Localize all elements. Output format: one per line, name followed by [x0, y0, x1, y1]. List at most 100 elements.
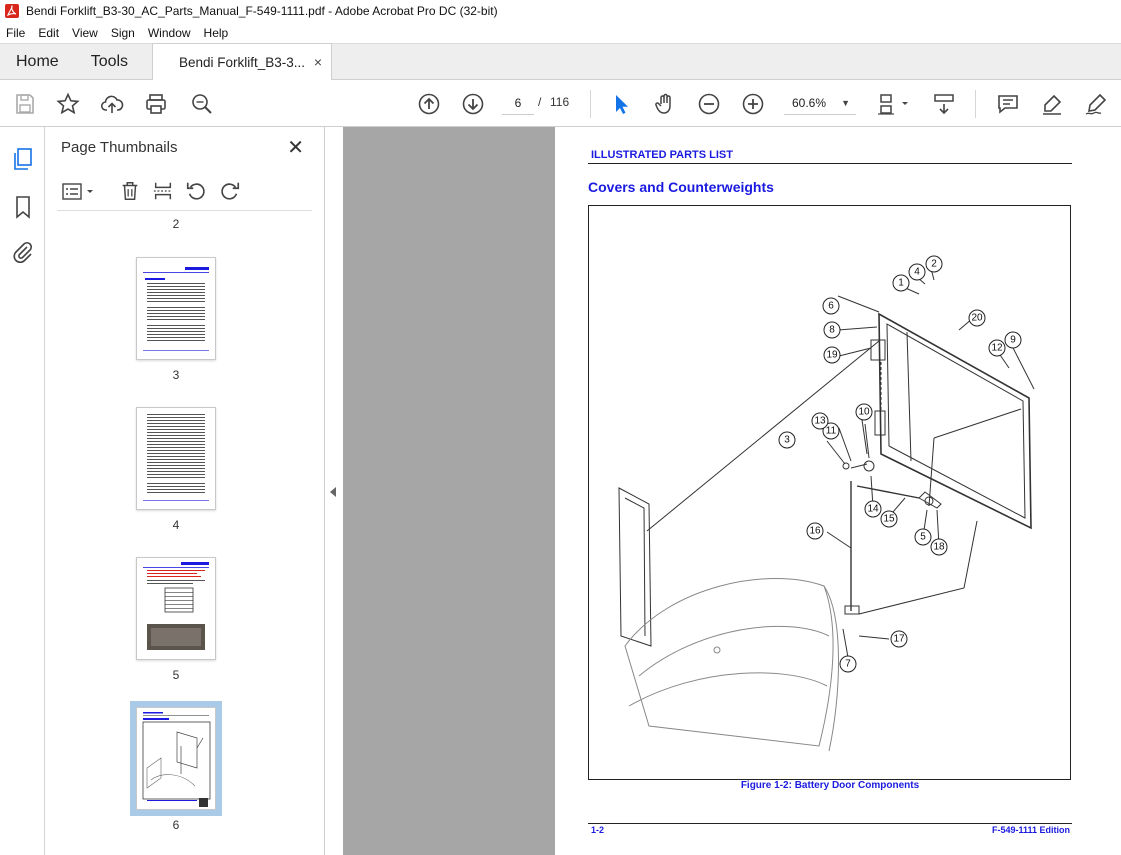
thumbnail-page-3[interactable] [136, 257, 216, 360]
tab-bar: Home Tools Bendi Forklift_B3-3... × [0, 43, 1121, 81]
page-thumbnails-icon[interactable] [11, 147, 35, 171]
callout-10: 10 [855, 403, 873, 421]
callout-17: 17 [890, 630, 908, 648]
callout-19: 19 [823, 346, 841, 364]
callout-16: 16 [806, 522, 824, 540]
callout-label: 12 [991, 343, 1003, 354]
print-icon[interactable] [143, 91, 169, 117]
callout-label: 7 [845, 659, 851, 670]
toolbar: 6 / 116 60.6% ▼ [0, 80, 1121, 127]
cloud-upload-icon[interactable] [99, 91, 125, 117]
page-header: ILLUSTRATED PARTS LIST [591, 149, 733, 161]
section-title: Covers and Counterweights [588, 179, 774, 195]
delete-icon[interactable] [119, 180, 141, 202]
attachment-icon[interactable] [11, 240, 35, 264]
callout-5: 5 [914, 528, 932, 546]
callout-12: 12 [988, 339, 1006, 357]
document-viewport[interactable]: ILLUSTRATED PARTS LIST Covers and Counte… [343, 127, 1121, 855]
page-footer-edition: F-549-1111 Edition [991, 825, 1070, 835]
close-tab-icon[interactable]: × [314, 54, 322, 70]
thumbnail-list: 2 3 4 5 6 [45, 215, 307, 855]
tab-document[interactable]: Bendi Forklift_B3-3... × [152, 43, 332, 81]
bookmark-icon[interactable] [11, 195, 35, 219]
zoom-level-select[interactable]: 60.6% ▼ [784, 91, 856, 115]
callout-6: 6 [822, 297, 840, 315]
thumbnail-label: 3 [172, 368, 180, 382]
find-icon[interactable] [189, 91, 215, 117]
thumbnail-preview [142, 712, 211, 807]
callout-7: 7 [839, 655, 857, 673]
menu-bar: File Edit View Sign Window Help [0, 22, 1121, 43]
callout-label: 17 [893, 634, 905, 645]
menu-file[interactable]: File [6, 26, 25, 40]
panel-collapse-handle[interactable] [325, 127, 343, 855]
callout-label: 18 [933, 542, 945, 553]
callout-label: 13 [814, 416, 826, 427]
page-up-icon[interactable] [416, 91, 442, 117]
callout-label: 5 [920, 532, 926, 543]
zoom-level-value: 60.6% [792, 96, 827, 110]
callout-label: 14 [867, 504, 879, 515]
comment-icon[interactable] [995, 91, 1021, 117]
toolbar-divider [975, 90, 976, 118]
page-down-icon[interactable] [460, 91, 486, 117]
zoom-out-icon[interactable] [696, 91, 722, 117]
thumbnail-page-6[interactable] [130, 701, 222, 816]
thumbnail-label: 4 [172, 518, 180, 532]
header-rule [588, 163, 1072, 164]
thumbnail-label: 2 [172, 217, 180, 231]
star-icon[interactable] [55, 91, 81, 117]
insert-page-icon[interactable] [152, 180, 174, 202]
select-arrow-icon[interactable] [608, 91, 634, 117]
thumbnail-tools [57, 175, 312, 211]
callout-label: 2 [931, 259, 937, 270]
collapse-arrow-icon [330, 487, 336, 497]
thumbnail-label: 6 [172, 818, 180, 832]
title-bar: Bendi Forklift_B3-30_AC_Parts_Manual_F-5… [0, 0, 1121, 22]
sign-icon[interactable] [1083, 91, 1109, 117]
navigation-rail [0, 127, 45, 855]
callout-label: 9 [1010, 335, 1016, 346]
menu-edit[interactable]: Edit [38, 26, 59, 40]
thumbnail-preview [143, 414, 209, 501]
options-menu-icon[interactable] [61, 181, 97, 203]
page-separator: / [538, 95, 542, 109]
thumbnail-preview [143, 562, 209, 650]
panel-title: Page Thumbnails [61, 139, 178, 156]
thumbnail-page-4[interactable] [136, 407, 216, 510]
scroll-mode-icon[interactable] [931, 91, 957, 117]
menu-sign[interactable]: Sign [111, 26, 135, 40]
menu-view[interactable]: View [72, 26, 98, 40]
acrobat-logo-icon [5, 4, 19, 18]
tab-tools[interactable]: Tools [75, 44, 144, 79]
highlight-icon[interactable] [1039, 91, 1065, 117]
toolbar-divider [590, 90, 591, 118]
page-number-input[interactable]: 6 [502, 91, 534, 115]
close-panel-icon[interactable]: ✕ [287, 135, 304, 160]
thumbnail-page-5[interactable] [136, 557, 216, 660]
callout-label: 8 [829, 325, 835, 336]
callout-20: 20 [968, 309, 986, 327]
callout-label: 6 [828, 301, 834, 312]
callout-label: 19 [826, 350, 838, 361]
chevron-down-icon: ▼ [841, 98, 850, 108]
page-total: 116 [550, 95, 570, 109]
rotate-counterclockwise-icon[interactable] [185, 180, 207, 202]
callout-13: 13 [811, 412, 829, 430]
callout-15: 15 [880, 510, 898, 528]
callout-label: 16 [809, 526, 821, 537]
zoom-in-icon[interactable] [740, 91, 766, 117]
menu-help[interactable]: Help [204, 26, 229, 40]
rotate-clockwise-icon[interactable] [219, 180, 241, 202]
save-icon[interactable] [12, 91, 38, 117]
menu-window[interactable]: Window [148, 26, 191, 40]
callout-label: 11 [826, 426, 837, 437]
hand-icon[interactable] [652, 91, 678, 117]
page-fit-icon[interactable] [875, 91, 915, 117]
tab-home[interactable]: Home [0, 44, 75, 79]
callout-label: 3 [784, 435, 790, 446]
thumbnail-label: 5 [172, 668, 180, 682]
figure-caption: Figure 1-2: Battery Door Components [740, 780, 920, 791]
callout-2: 2 [925, 255, 943, 273]
callout-9: 9 [1004, 331, 1022, 349]
